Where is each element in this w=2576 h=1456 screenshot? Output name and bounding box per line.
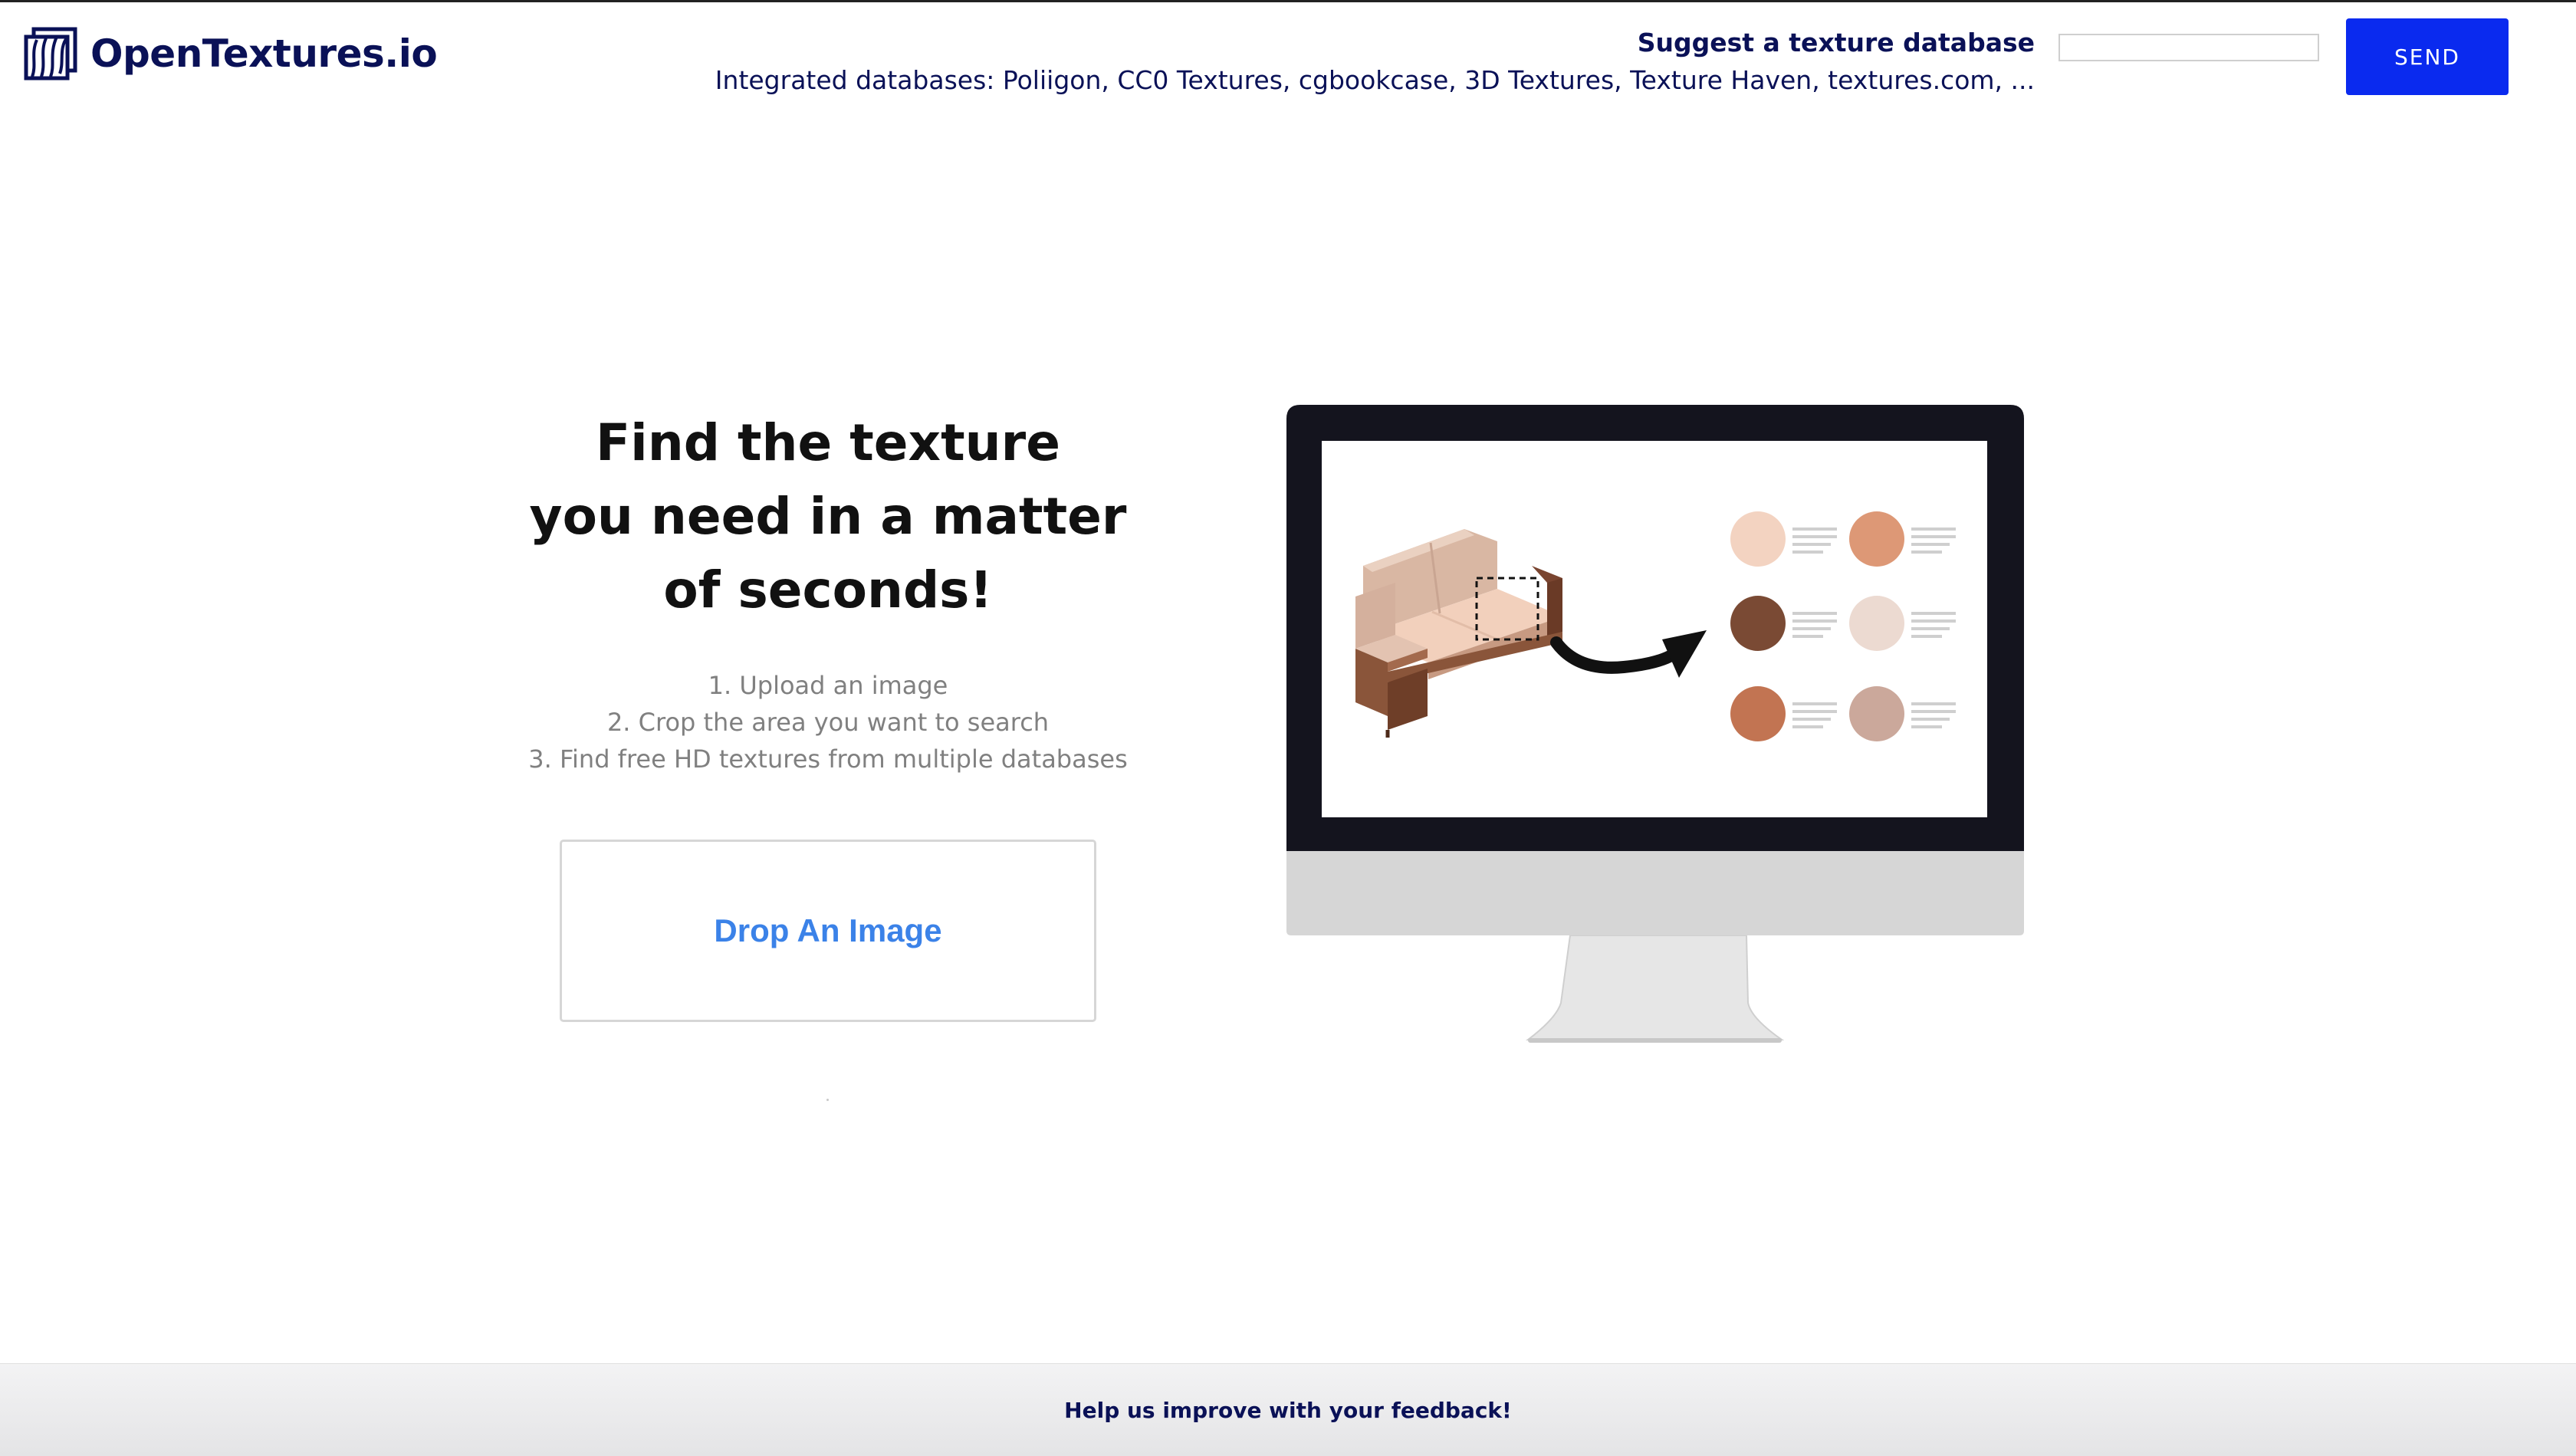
integrated-databases-text: Integrated databases: Poliigon, CC0 Text… [715, 65, 2035, 95]
steps-list: 1. Upload an image 2. Crop the area you … [475, 667, 1181, 777]
monitor-stand [1526, 935, 1785, 1040]
logo[interactable]: OpenTextures.io [23, 26, 438, 81]
monitor-illustration [1286, 405, 2024, 1043]
texture-swatch [1849, 686, 1904, 741]
monitor-chin [1286, 851, 2024, 935]
step-item: 3. Find free HD textures from multiple d… [528, 744, 1128, 774]
texture-swatch [1730, 596, 1786, 651]
headline-line: you need in a matter [529, 487, 1127, 546]
step-item: 1. Upload an image [708, 671, 948, 700]
feedback-link[interactable]: Help us improve with your feedback! [1064, 1398, 1512, 1423]
footer-bar: Help us improve with your feedback! [0, 1363, 2576, 1456]
monitor-stand-base [1528, 1038, 1782, 1043]
suggest-database-label: Suggest a texture database [1637, 28, 2035, 58]
suggest-database-input[interactable] [2058, 34, 2319, 61]
texture-swatch [1849, 596, 1904, 651]
texture-swatch [1730, 511, 1786, 567]
headline-line: Find the texture [596, 413, 1060, 472]
divider-dot [826, 1099, 829, 1101]
logo-text: OpenTextures.io [90, 31, 438, 76]
image-drop-zone[interactable]: Drop An Image [560, 840, 1096, 1022]
texture-swatch [1730, 686, 1786, 741]
headline: Find the texture you need in a matter of… [491, 406, 1165, 627]
step-item: 2. Crop the area you want to search [606, 708, 1050, 737]
top-border [0, 0, 2576, 2]
texture-swatch [1849, 511, 1904, 567]
send-button[interactable]: SEND [2346, 18, 2509, 95]
logo-icon [24, 27, 77, 81]
drop-zone-label: Drop An Image [714, 912, 942, 948]
headline-line: of seconds! [663, 560, 993, 620]
